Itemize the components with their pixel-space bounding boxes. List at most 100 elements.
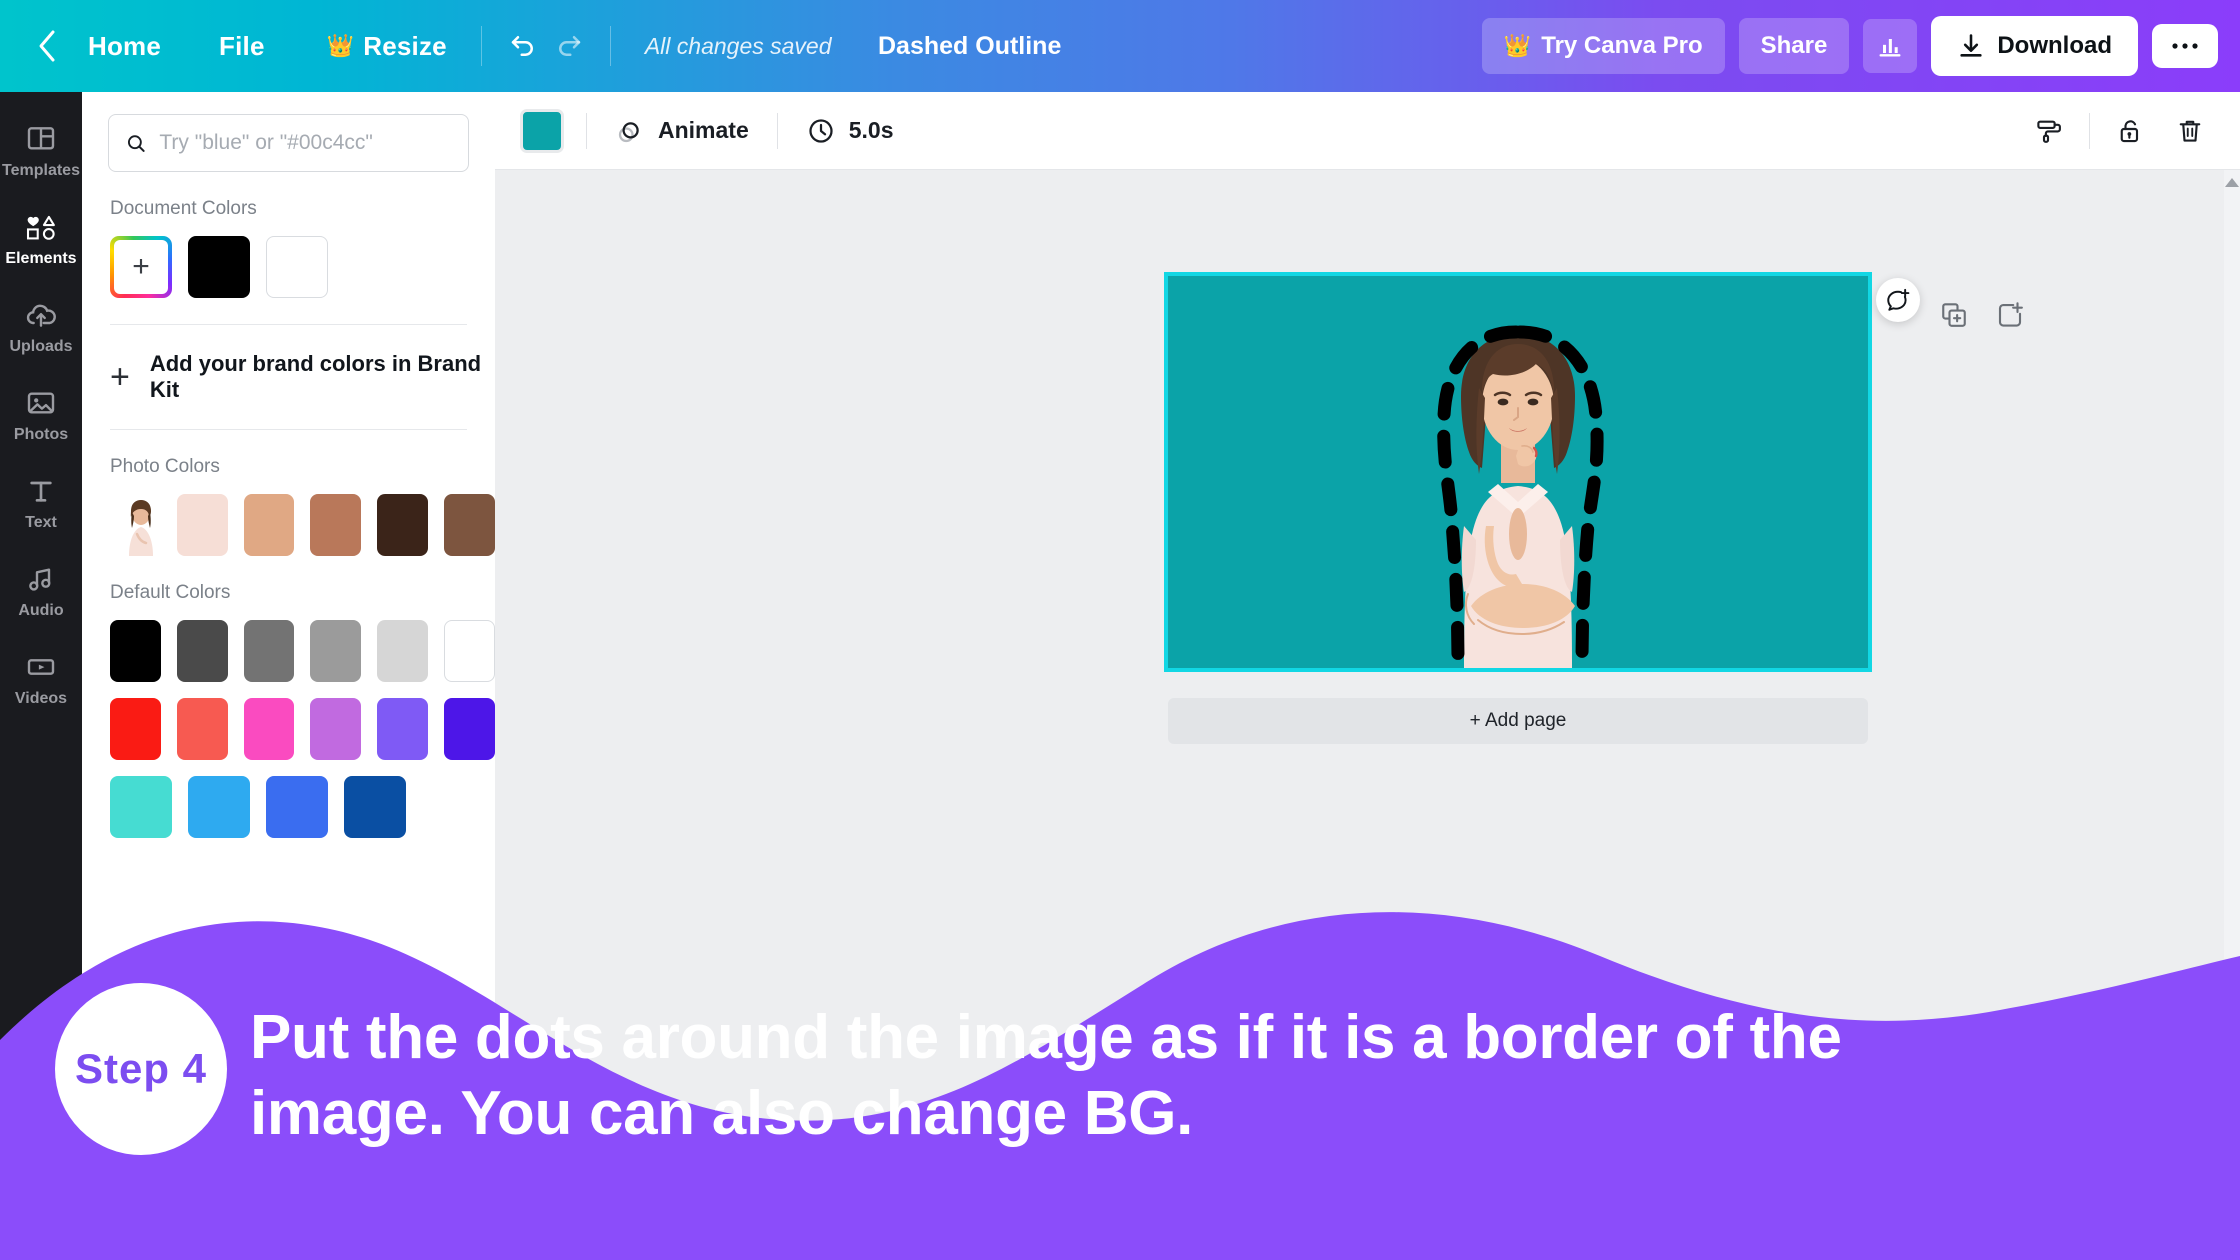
default-swatch[interactable] [443,620,495,682]
ellipsis-icon [2172,43,2198,49]
audio-icon [29,568,51,591]
add-brand-colors-button[interactable]: + Add your brand colors in Brand Kit [110,351,495,403]
elements-icon [26,215,55,240]
copy-style-button[interactable] [2021,103,2077,159]
home-button[interactable]: Home [72,21,177,72]
insights-button[interactable] [1863,19,1918,73]
crown-icon: 👑 [1503,33,1532,58]
canvas-scrollbar[interactable] [2224,170,2240,1260]
sidebar-item-videos[interactable]: Videos [0,634,82,722]
search-icon [127,134,145,152]
panel-divider-2 [110,429,467,430]
undo-button[interactable] [500,23,546,69]
sidebar-item-photos[interactable]: Photos [0,370,82,458]
default-swatch[interactable] [110,698,161,760]
sidebar-item-elements[interactable]: Elements [0,194,82,282]
try-canva-pro-button[interactable]: 👑 Try Canva Pro [1481,18,1725,74]
sidebar-item-label: Photos [13,426,69,443]
photo-swatch[interactable] [444,494,495,556]
back-button[interactable] [30,29,64,63]
default-swatch[interactable] [266,776,328,838]
step-badge: Step 4 [55,983,227,1155]
photos-icon [27,392,55,414]
swatch-black[interactable] [188,236,250,298]
sidebar-item-text[interactable]: Text [0,458,82,546]
redo-icon [558,36,581,56]
download-icon [1960,34,1982,57]
design-canvas[interactable] [1164,272,1872,672]
swatch-white[interactable] [266,236,328,298]
selected-color-swatch[interactable] [520,108,564,153]
scroll-up-arrow[interactable] [2225,178,2239,187]
file-menu[interactable]: File [203,21,281,72]
delete-button[interactable] [2162,103,2218,159]
sidebar-item-templates[interactable]: Templates [0,106,82,194]
animate-icon [618,121,639,142]
default-swatch[interactable] [110,620,161,682]
default-colors-row-3 [110,776,495,838]
photo-colors-title: Photo Colors [110,456,220,477]
download-label: Download [1997,32,2112,59]
file-label: File [219,30,265,61]
add-page-button[interactable]: + Add page [1168,698,1868,744]
uploads-icon [26,304,56,327]
canvas-toolbar-divider [586,112,587,149]
animate-button[interactable]: Animate [609,108,755,154]
default-swatch[interactable] [188,776,250,838]
duration-button[interactable]: 5.0s [800,108,900,154]
unlock-icon [2120,119,2139,142]
plus-icon: + [110,358,130,396]
add-page-label: + Add page [1469,710,1567,731]
photo-swatch[interactable] [176,494,228,556]
more-options-button[interactable] [2152,24,2218,68]
animate-label: Animate [658,117,749,143]
photo-swatch[interactable] [243,494,295,556]
photo-thumbnail[interactable] [110,494,161,556]
canvas-toolbar-divider-2 [776,112,778,149]
toolbar-divider [480,26,482,66]
step-label: Step 4 [74,1045,208,1092]
search-box[interactable] [108,114,469,172]
download-button[interactable]: Download [1931,16,2138,76]
color-picker-button[interactable]: + [110,236,172,298]
add-page-button-top[interactable] [1995,300,2025,335]
videos-icon [27,659,55,675]
home-label: Home [88,30,162,61]
add-comment-icon [1887,288,1910,311]
photo-swatch[interactable] [310,494,362,556]
crown-icon: 👑 [326,33,355,58]
photo-colors-row [110,494,495,556]
document-title[interactable]: Dashed Outline [878,32,1061,61]
default-swatch[interactable] [110,776,172,838]
default-swatch[interactable] [310,698,362,760]
resize-button[interactable]: 👑 Resize [311,21,463,72]
default-swatch[interactable] [243,698,295,760]
sidebar-item-label: Audio [18,602,64,619]
sidebar-item-uploads[interactable]: Uploads [0,282,82,370]
default-swatch[interactable] [176,698,228,760]
default-swatch[interactable] [377,620,428,682]
share-button[interactable]: Share [1738,18,1850,74]
default-swatch[interactable] [444,698,495,760]
plus-icon: + [114,240,168,294]
duplicate-page-button[interactable] [1939,300,1969,335]
default-swatch[interactable] [344,776,406,838]
default-swatch[interactable] [176,620,228,682]
default-swatch[interactable] [243,620,295,682]
default-swatch[interactable] [377,698,429,760]
default-swatch[interactable] [310,620,362,682]
sidebar-item-audio[interactable]: Audio [0,546,82,634]
trash-icon [2179,120,2201,142]
canvas-toolbar-right [2021,103,2218,159]
redo-button[interactable] [546,23,592,69]
add-comment-button[interactable] [1876,278,1920,322]
save-status: All changes saved [644,32,832,59]
toolbar-divider-2 [609,26,611,66]
sidebar-item-label: Elements [5,250,77,267]
lock-button[interactable] [2102,103,2158,159]
search-input[interactable] [159,131,452,155]
default-colors-title: Default Colors [110,582,231,603]
photo-swatch[interactable] [377,494,429,556]
topbar-actions: 👑 Try Canva Pro Share Download [1481,16,2218,76]
sidebar-item-label: Text [25,514,57,531]
